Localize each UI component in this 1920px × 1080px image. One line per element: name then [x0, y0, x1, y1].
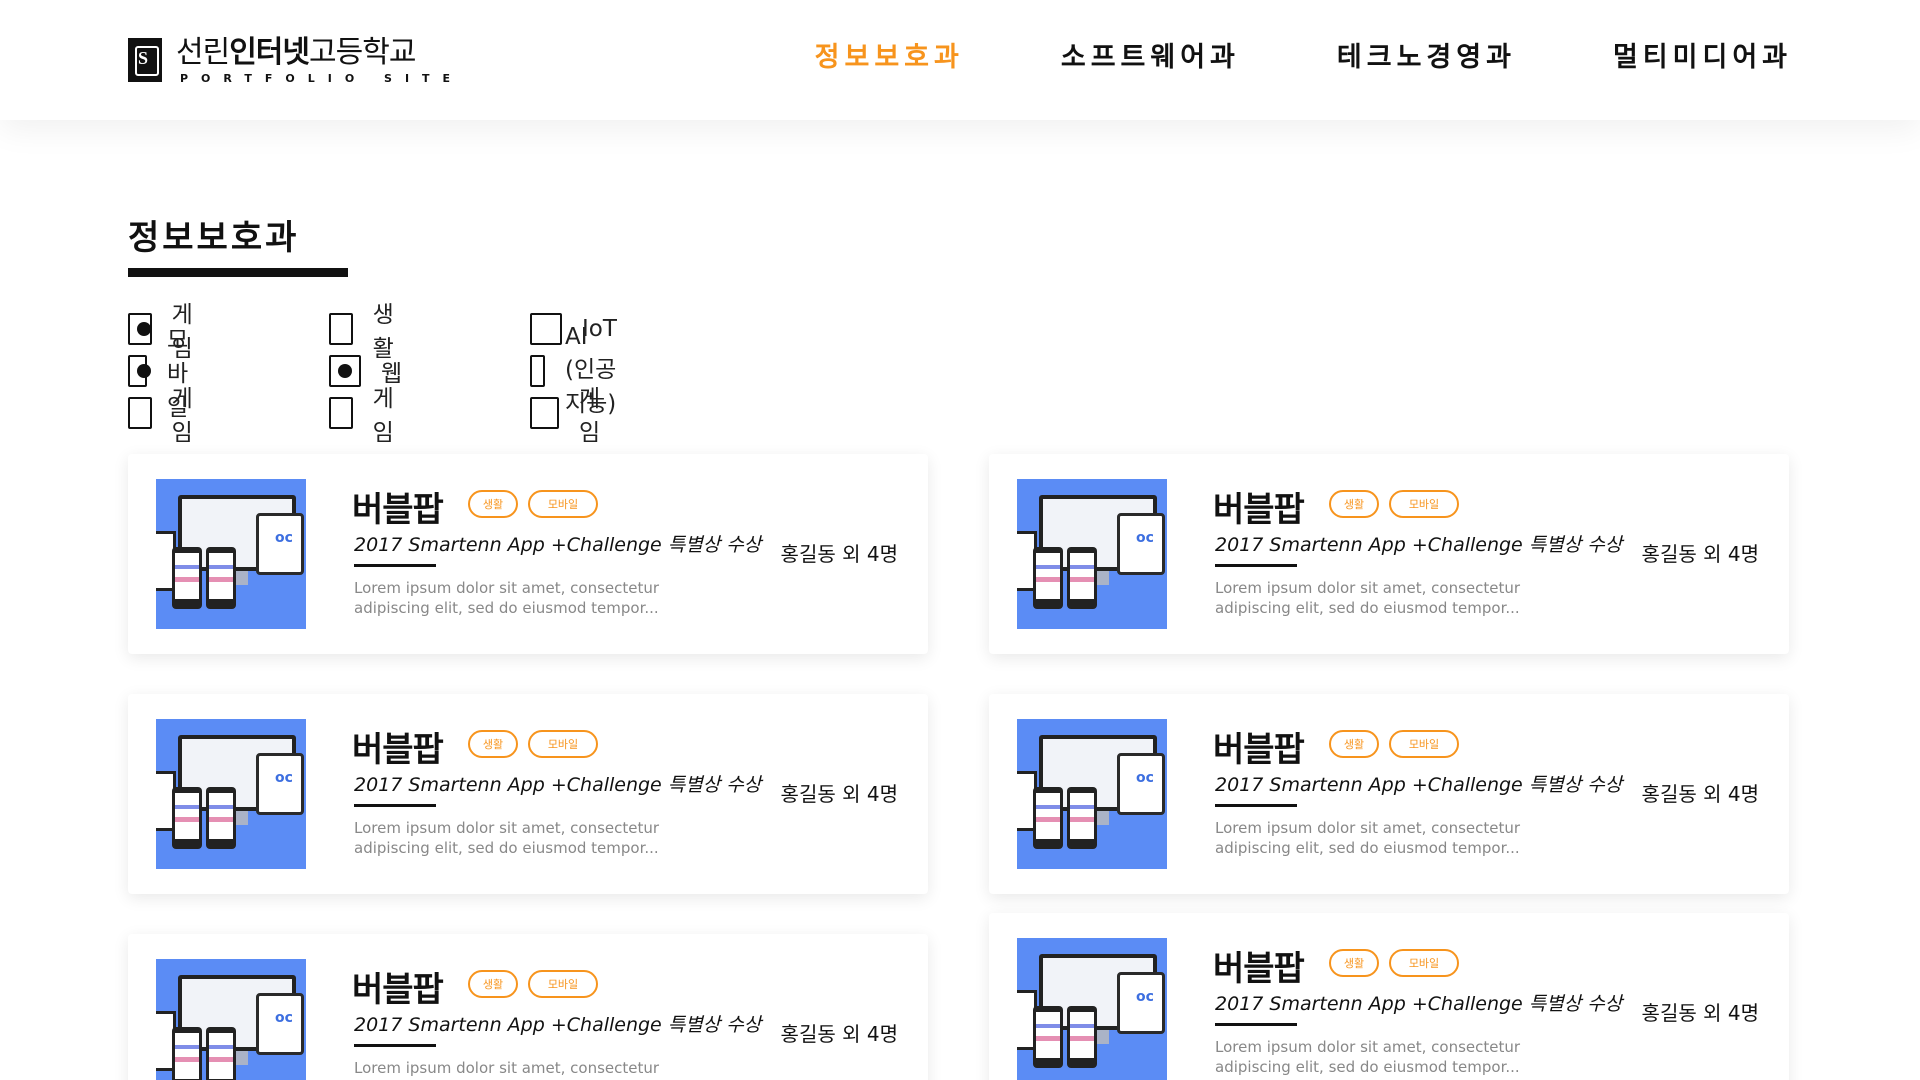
checkbox[interactable]: [128, 397, 152, 429]
project-author: 홍길동 외 4명: [1641, 782, 1759, 806]
project-card[interactable]: 버블팝 생활 모바일 2017 Smartenn App +Challenge 특…: [128, 694, 928, 894]
divider: [1215, 804, 1297, 807]
tag-life[interactable]: 생활: [1329, 949, 1379, 977]
checkbox[interactable]: [530, 313, 562, 345]
main-nav: 정보보호과 소프트웨어과 테크노경영과 멀티미디어과: [718, 38, 1792, 78]
tag-life[interactable]: 생활: [1329, 490, 1379, 518]
tag-mobile[interactable]: 모바일: [528, 730, 598, 758]
checkbox[interactable]: [329, 355, 361, 387]
project-title: 버블팝: [1213, 730, 1305, 770]
tag-life[interactable]: 생활: [468, 970, 518, 998]
project-description: Lorem ipsum dolor sit amet, consectetur …: [1215, 579, 1521, 617]
divider: [1215, 1023, 1297, 1026]
nav-multimedia[interactable]: 멀티미디어과: [1613, 38, 1792, 78]
project-title: 버블팝: [352, 970, 444, 1010]
logo-title: 선린인터넷고등학교: [176, 35, 416, 70]
divider: [354, 1044, 436, 1047]
project-author: 홍길동 외 4명: [1641, 1001, 1759, 1025]
checkbox[interactable]: [128, 313, 152, 345]
project-card[interactable]: 버블팝 생활 모바일 2017 Smartenn App +Challenge 특…: [989, 913, 1789, 1080]
school-logo[interactable]: S 선린인터넷고등학교 PORTFOLIO SITE: [128, 35, 464, 85]
project-description: Lorem ipsum dolor sit amet, consectetur …: [354, 819, 660, 857]
project-card[interactable]: 버블팝 생활 모바일 2017 Smartenn App +Challenge 특…: [128, 454, 928, 654]
project-author: 홍길동 외 4명: [780, 1022, 898, 1046]
nav-techno-management[interactable]: 테크노경영과: [1337, 38, 1516, 78]
tag-mobile[interactable]: 모바일: [1389, 949, 1459, 977]
filter-life[interactable]: 생활: [329, 302, 402, 362]
tag-life[interactable]: 생활: [1329, 730, 1379, 758]
checkbox[interactable]: [530, 397, 560, 429]
project-thumbnail: [156, 479, 306, 629]
project-title: 버블팝: [1213, 490, 1305, 530]
divider: [354, 564, 436, 567]
project-card[interactable]: 버블팝 생활 모바일 2017 Smartenn App +Challenge 특…: [989, 454, 1789, 654]
nav-info-security[interactable]: 정보보호과: [815, 38, 964, 78]
nav-software[interactable]: 소프트웨어과: [1061, 38, 1240, 78]
divider: [1215, 564, 1297, 567]
project-award: 2017 Smartenn App +Challenge 특별상 수상: [1215, 993, 1623, 1015]
checkbox[interactable]: [329, 397, 353, 429]
filter-game-3[interactable]: 게임: [329, 386, 402, 446]
project-author: 홍길동 외 4명: [780, 542, 898, 566]
project-award: 2017 Smartenn App +Challenge 특별상 수상: [354, 534, 762, 556]
page-title: 정보보호과: [128, 218, 300, 258]
project-author: 홍길동 외 4명: [1641, 542, 1759, 566]
project-card[interactable]: 버블팝 생활 모바일 2017 Smartenn App +Challenge 특…: [128, 934, 928, 1080]
divider: [354, 804, 436, 807]
tag-mobile[interactable]: 모바일: [528, 970, 598, 998]
tag-mobile[interactable]: 모바일: [1389, 730, 1459, 758]
project-thumbnail: [1017, 938, 1167, 1080]
project-award: 2017 Smartenn App +Challenge 특별상 수상: [354, 774, 762, 796]
tag-life[interactable]: 생활: [468, 730, 518, 758]
filter-game-2[interactable]: 게임: [128, 386, 201, 446]
tag-life[interactable]: 생활: [468, 490, 518, 518]
project-title: 버블팝: [352, 490, 444, 530]
project-title: 버블팝: [352, 730, 444, 770]
project-card[interactable]: 버블팝 생활 모바일 2017 Smartenn App +Challenge 특…: [989, 694, 1789, 894]
project-award: 2017 Smartenn App +Challenge 특별상 수상: [354, 1014, 762, 1036]
project-award: 2017 Smartenn App +Challenge 특별상 수상: [1215, 534, 1623, 556]
site-header: S 선린인터넷고등학교 PORTFOLIO SITE 정보보호과 소프트웨어과 …: [0, 0, 1920, 120]
project-thumbnail: [156, 719, 306, 869]
logo-subtitle: PORTFOLIO SITE: [180, 72, 464, 85]
title-underline: [128, 268, 348, 277]
checkbox[interactable]: [329, 313, 353, 345]
project-thumbnail: [1017, 479, 1167, 629]
project-description: Lorem ipsum dolor sit amet, consectetur …: [354, 1059, 660, 1080]
project-thumbnail: [156, 959, 306, 1080]
project-author: 홍길동 외 4명: [780, 782, 898, 806]
tag-mobile[interactable]: 모바일: [528, 490, 598, 518]
tag-mobile[interactable]: 모바일: [1389, 490, 1459, 518]
project-description: Lorem ipsum dolor sit amet, consectetur …: [354, 579, 660, 617]
project-award: 2017 Smartenn App +Challenge 특별상 수상: [1215, 774, 1623, 796]
logo-mark-icon: S: [128, 38, 162, 82]
project-title: 버블팝: [1213, 949, 1305, 989]
project-description: Lorem ipsum dolor sit amet, consectetur …: [1215, 819, 1521, 857]
project-thumbnail: [1017, 719, 1167, 869]
checkbox[interactable]: [128, 355, 152, 387]
project-description: Lorem ipsum dolor sit amet, consectetur …: [1215, 1038, 1521, 1076]
checkbox[interactable]: [530, 355, 545, 387]
